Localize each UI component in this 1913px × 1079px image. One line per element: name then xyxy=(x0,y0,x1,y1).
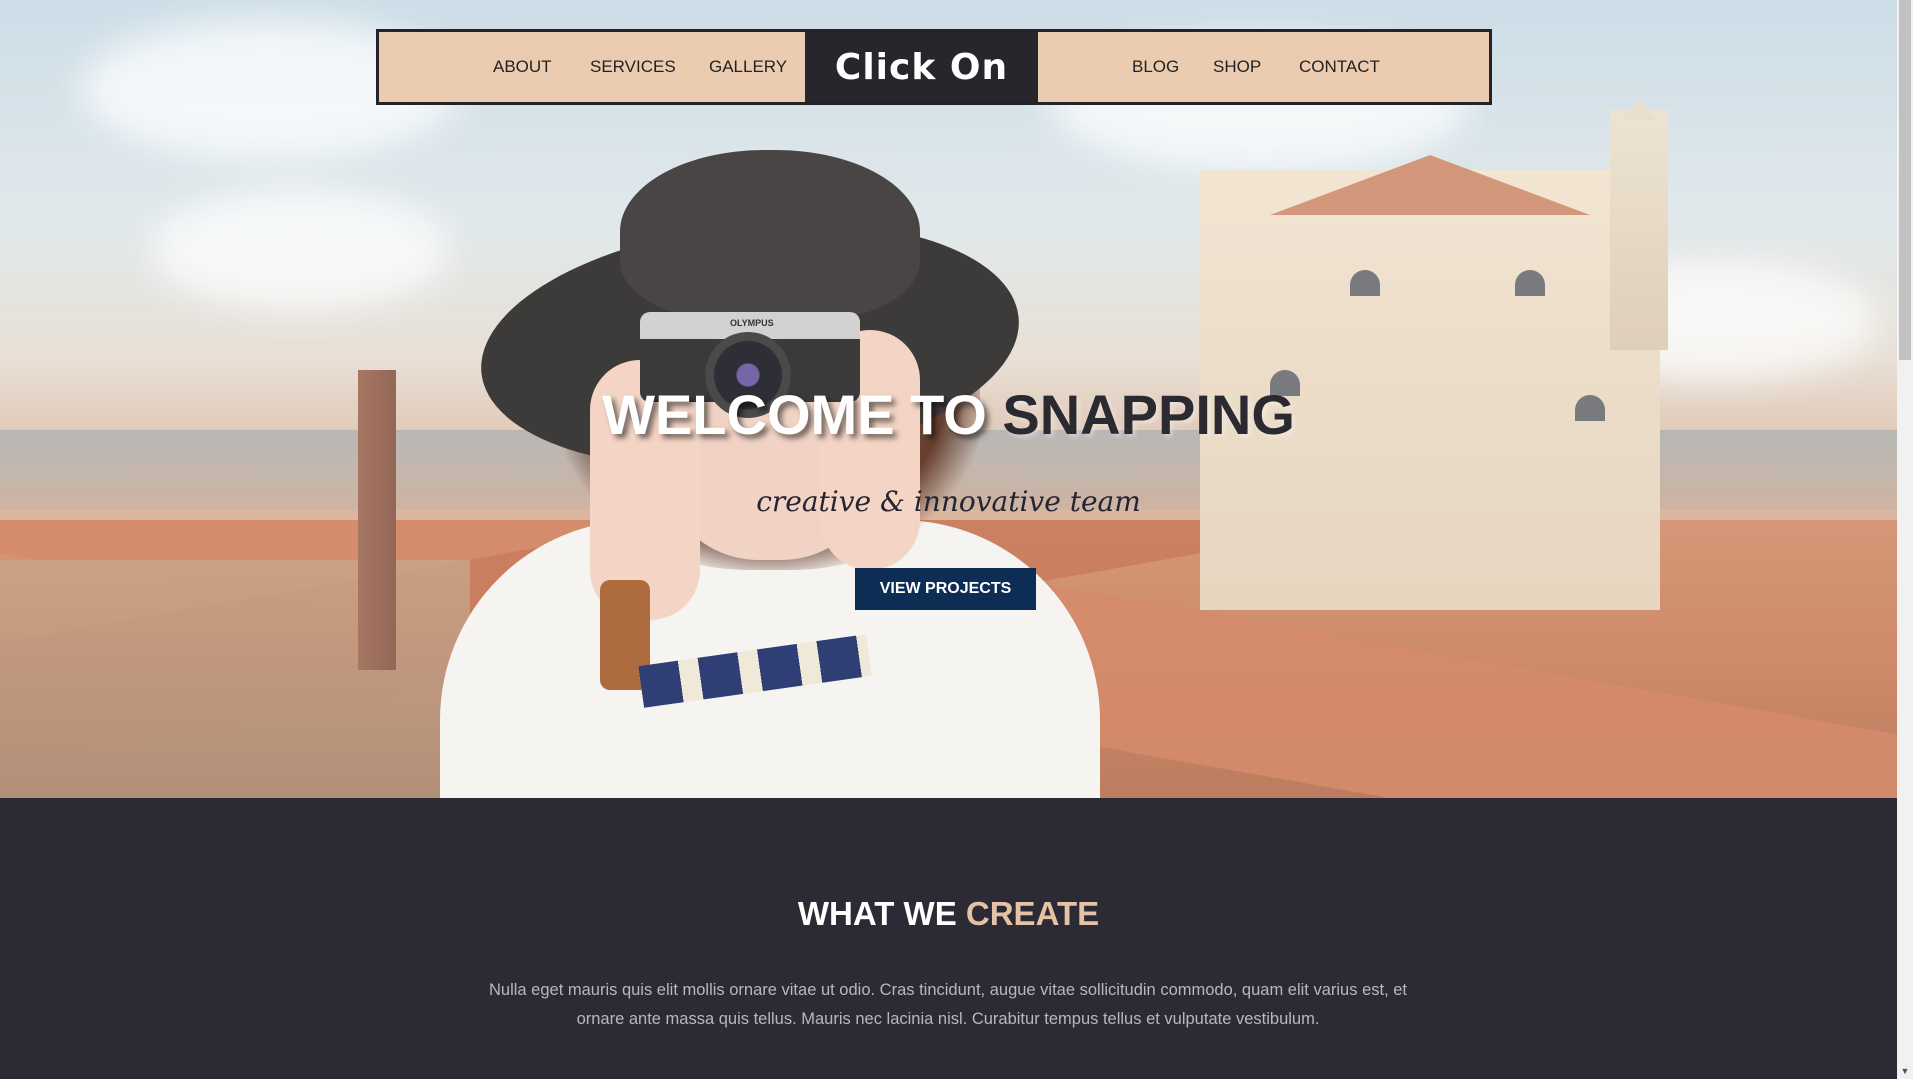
page: OLYMPUS ABOUT SERVICES GALLERY Click On … xyxy=(0,0,1913,1079)
main-navbar: ABOUT SERVICES GALLERY Click On BLOG SHO… xyxy=(376,29,1492,105)
section-title: WHAT WE CREATE xyxy=(0,895,1897,933)
what-we-create-section: WHAT WE CREATE Nulla eget mauris quis el… xyxy=(0,798,1897,1079)
hero-title-part1: WELCOME TO xyxy=(602,383,1003,446)
hero-title-accent: SNAPPING xyxy=(1002,383,1295,446)
scroll-thumb[interactable] xyxy=(1899,0,1911,360)
nav-about[interactable]: ABOUT xyxy=(493,32,552,102)
hero-section: OLYMPUS ABOUT SERVICES GALLERY Click On … xyxy=(0,0,1897,798)
nav-shop[interactable]: SHOP xyxy=(1213,32,1261,102)
nav-gallery[interactable]: GALLERY xyxy=(709,32,787,102)
brand-logo[interactable]: Click On xyxy=(805,32,1038,102)
view-projects-button[interactable]: VIEW PROJECTS xyxy=(855,568,1036,610)
hero-title: WELCOME TO SNAPPING xyxy=(0,382,1897,447)
nav-services[interactable]: SERVICES xyxy=(590,32,676,102)
nav-contact[interactable]: CONTACT xyxy=(1299,32,1380,102)
section-title-accent: CREATE xyxy=(965,895,1100,932)
scroll-down-arrow-icon[interactable]: ▼ xyxy=(1897,1063,1913,1079)
section-paragraph: Nulla eget mauris quis elit mollis ornar… xyxy=(488,981,1408,1028)
vertical-scrollbar[interactable]: ▲ ▼ xyxy=(1897,0,1913,1079)
nav-blog[interactable]: BLOG xyxy=(1132,32,1179,102)
hero-subtitle: creative & innovative team xyxy=(756,485,1141,518)
section-title-part1: WHAT WE xyxy=(797,895,966,932)
